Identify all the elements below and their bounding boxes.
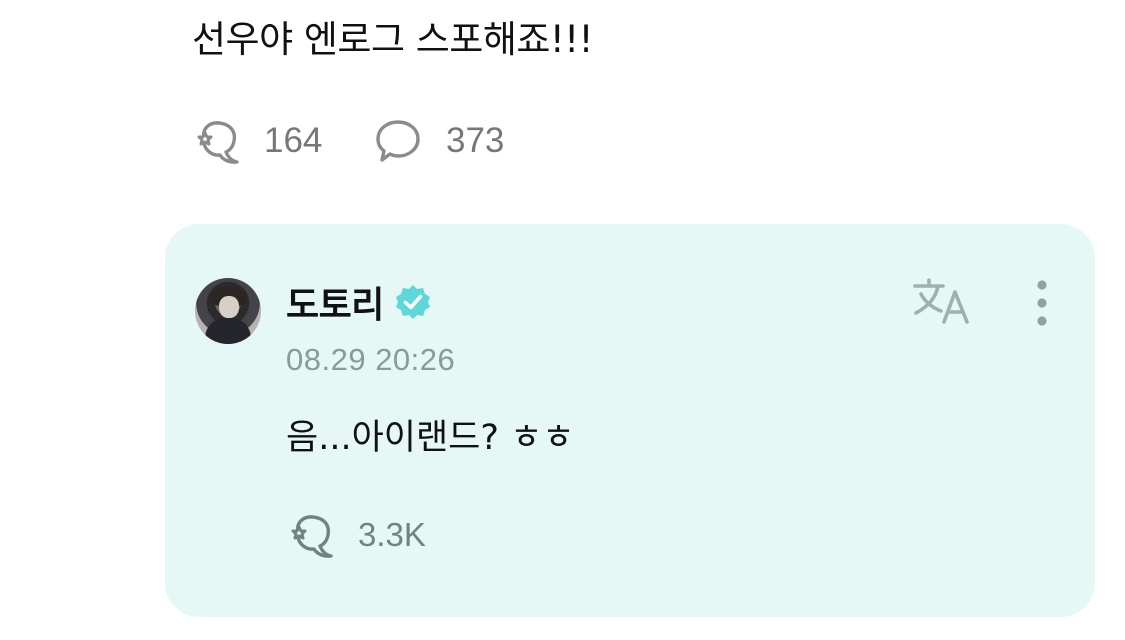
chat-bubble-icon xyxy=(374,115,428,167)
author-name: 도토리 xyxy=(286,285,384,326)
post-comment-count: 373 xyxy=(446,121,505,160)
bubble-star-icon xyxy=(192,115,246,167)
bubble-star-icon xyxy=(286,509,340,561)
reply-author[interactable]: 도토리 xyxy=(286,280,432,326)
reply-card: 도토리 08.29 20:26 음...아이랜드? ㅎㅎ 3.3K xyxy=(165,224,1095,617)
reply-like-count: 3.3K xyxy=(358,516,426,553)
avatar[interactable] xyxy=(195,278,261,344)
post-comment-button[interactable]: 373 xyxy=(374,115,504,167)
reply-like-button[interactable]: 3.3K xyxy=(286,510,426,560)
translate-icon[interactable] xyxy=(911,276,973,326)
verified-badge-icon xyxy=(394,283,432,321)
reply-text: 음...아이랜드? ㅎㅎ xyxy=(286,418,575,458)
post-like-count: 164 xyxy=(264,121,323,160)
more-vertical-icon[interactable] xyxy=(1027,276,1057,332)
post-text: 선우야 엔로그 스포해죠!!! xyxy=(192,18,593,61)
post-like-button[interactable]: 164 xyxy=(192,115,322,167)
reply-timestamp: 08.29 20:26 xyxy=(286,342,456,377)
